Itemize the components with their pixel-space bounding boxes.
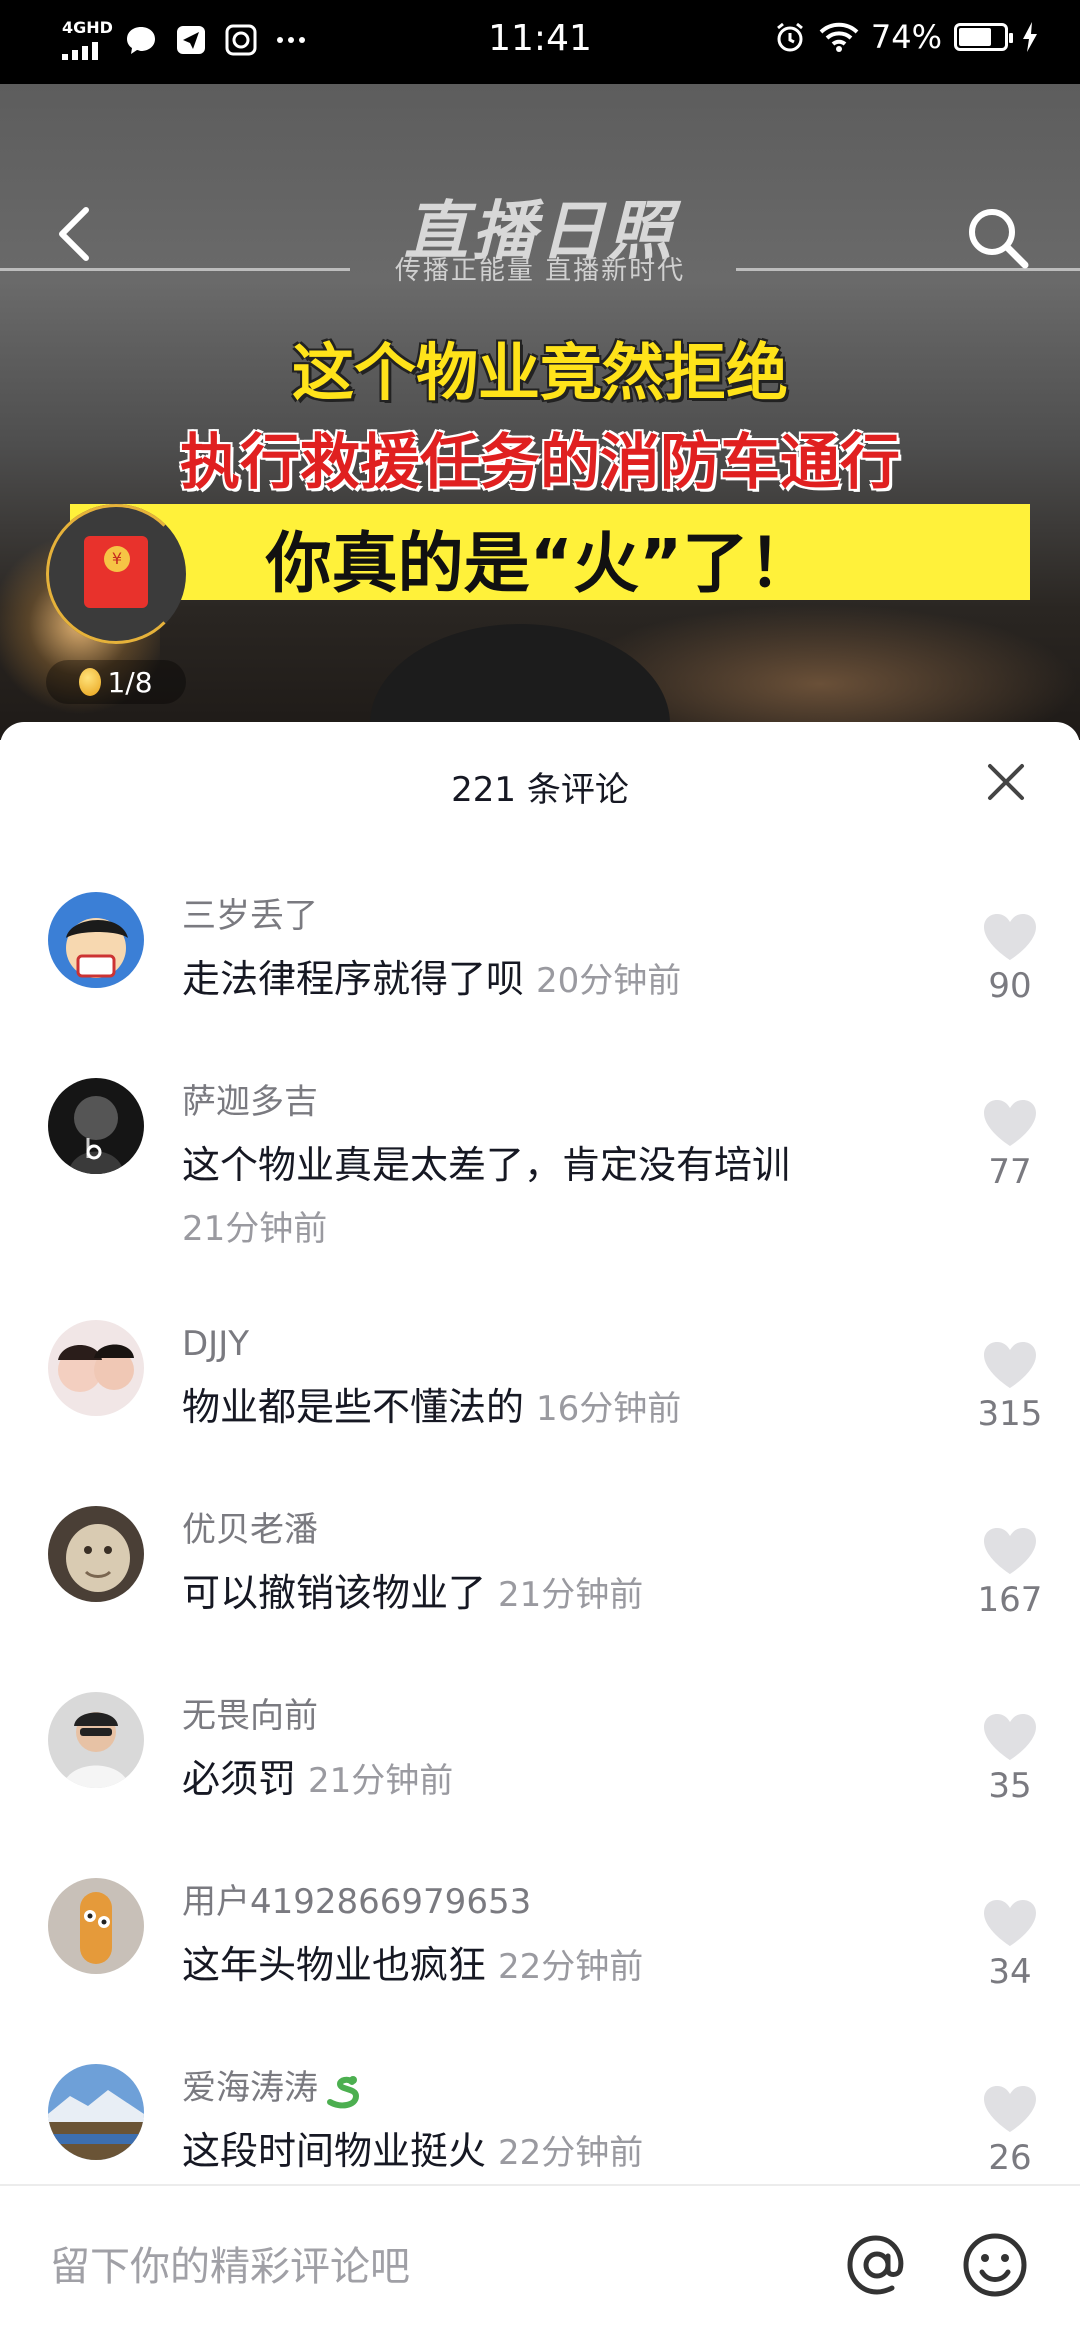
comment-text: 这年头物业也疯狂 22分钟前 <box>182 1943 644 1987</box>
comment-text: 必须罚 21分钟前 <box>182 1757 454 1801</box>
avatar[interactable] <box>48 892 144 988</box>
red-packet-count: 1/8 <box>107 665 153 699</box>
like-button[interactable]: 34 <box>970 1898 1050 1992</box>
caption-line-2: 执行救援任务的消防车通行 <box>180 428 900 498</box>
comment-input[interactable]: 留下你的精彩评论吧 <box>50 2234 410 2292</box>
heart-icon <box>984 914 1036 960</box>
like-count: 35 <box>988 1766 1032 1806</box>
like-count: 167 <box>977 1580 1043 1620</box>
red-envelope-icon: ¥ <box>84 536 148 608</box>
avatar[interactable] <box>48 1078 144 1174</box>
comment-username[interactable]: 萨迦多吉 <box>182 1078 318 1126</box>
comment-time: 22分钟前 <box>498 1947 644 1987</box>
comment-username[interactable]: 爱海涛涛 <box>182 2064 362 2112</box>
heart-icon <box>984 1900 1036 1946</box>
comments-count-title: 221 条评论 <box>451 770 629 810</box>
comment-time: 20分钟前 <box>536 961 682 1001</box>
like-button[interactable]: 77 <box>970 1098 1050 1192</box>
comment-text: 这个物业真是太差了，肯定没有培训 21分钟前 <box>182 1143 791 1249</box>
alarm-icon <box>776 22 803 52</box>
caption-line-1: 这个物业竟然拒绝 <box>291 336 788 409</box>
red-packet-counter: 1/8 <box>46 660 186 704</box>
comment-input-bar[interactable]: 留下你的精彩评论吧 <box>0 2184 1080 2342</box>
charging-icon <box>1023 22 1037 52</box>
close-icon[interactable] <box>984 760 1028 804</box>
comment-time: 21分钟前 <box>498 1575 644 1615</box>
comment-text: 这段时间物业挺火 22分钟前 <box>182 2129 644 2173</box>
heart-icon <box>984 1528 1036 1574</box>
like-count: 90 <box>988 966 1032 1006</box>
status-right: 74% <box>773 18 1040 56</box>
heart-icon <box>984 1100 1036 1146</box>
comment-time: 21分钟前 <box>182 1209 328 1249</box>
comment-text: 可以撤销该物业了 21分钟前 <box>182 1571 644 1615</box>
comment-time: 22分钟前 <box>498 2133 644 2173</box>
battery-icon <box>954 23 1013 51</box>
avatar[interactable] <box>48 2064 144 2160</box>
battery-percent: 74% <box>870 18 942 56</box>
like-button[interactable]: 35 <box>970 1712 1050 1806</box>
avatar[interactable] <box>48 1878 144 1974</box>
avatar[interactable] <box>48 1692 144 1788</box>
watermark-subtitle: 传播正能量 直播新时代 <box>394 256 686 286</box>
heart-icon <box>984 1342 1036 1388</box>
avatar[interactable] <box>48 1506 144 1602</box>
emoji-icon[interactable] <box>960 2230 1030 2300</box>
avatar[interactable] <box>48 1320 144 1416</box>
at-mention-icon[interactable] <box>842 2230 912 2300</box>
wifi-icon <box>819 22 859 52</box>
search-icon[interactable] <box>962 202 1032 272</box>
snake-emoji-icon <box>327 2075 360 2108</box>
comment-text: 物业都是些不懂法的 16分钟前 <box>182 1385 682 1429</box>
comment-username[interactable]: 优贝老潘 <box>182 1506 318 1554</box>
red-packet-button[interactable]: ¥ <box>46 504 186 644</box>
gold-egg-icon <box>79 668 102 696</box>
like-button[interactable]: 26 <box>970 2084 1050 2178</box>
comment-username[interactable]: 用户4192866979653 <box>182 1878 531 1926</box>
like-button[interactable]: 167 <box>970 1526 1050 1620</box>
status-bar: 4GHD 11:41 74% <box>0 0 1080 84</box>
comment-username[interactable]: DJJY <box>182 1320 249 1368</box>
heart-icon <box>984 2086 1036 2132</box>
like-count: 77 <box>988 1152 1032 1192</box>
comments-sheet: 221 条评论 三岁丢了 走法律程序就得了呗 20分钟前 90 萨迦多吉 这个物业… <box>0 722 1080 2340</box>
like-count: 26 <box>988 2138 1032 2178</box>
comment-time: 16分钟前 <box>536 1389 682 1429</box>
comment-text: 走法律程序就得了呗 20分钟前 <box>182 957 682 1001</box>
comment-username[interactable]: 三岁丢了 <box>182 892 318 940</box>
video-player[interactable]: 直播日照 传播正能量 直播新时代 这个物业竟然拒绝 执行救援任务的消防车通行 你… <box>0 84 1080 740</box>
back-arrow-icon[interactable] <box>50 204 100 264</box>
comment-time: 21分钟前 <box>308 1761 454 1801</box>
like-count: 315 <box>977 1394 1043 1434</box>
battery-fill <box>959 28 991 46</box>
like-count: 34 <box>988 1952 1032 1992</box>
heart-icon <box>984 1714 1036 1760</box>
like-button[interactable]: 315 <box>970 1340 1050 1434</box>
like-button[interactable]: 90 <box>970 912 1050 1006</box>
comment-username[interactable]: 无畏向前 <box>182 1692 318 1740</box>
